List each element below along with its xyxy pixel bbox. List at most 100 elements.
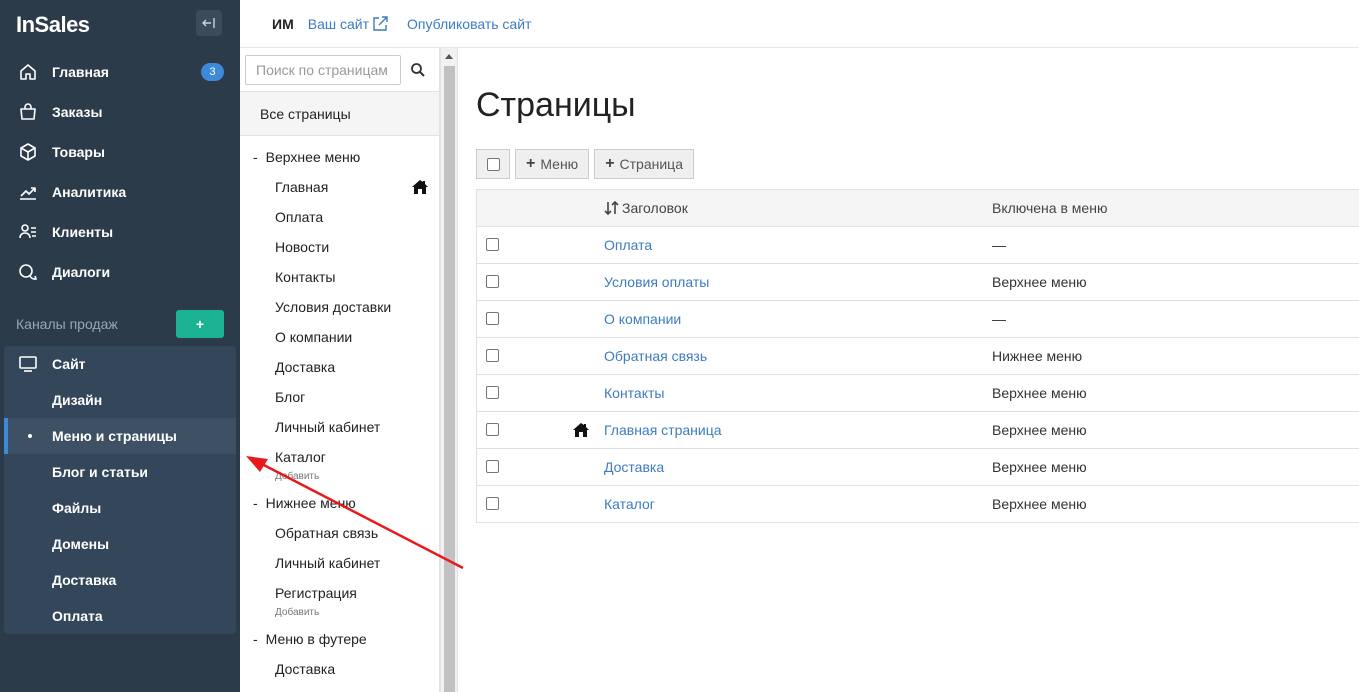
page-title-link[interactable]: Условия оплаты [604, 274, 709, 290]
row-checkbox[interactable] [486, 386, 499, 399]
nav-item-label: Главная [52, 64, 109, 80]
nav-item-label: Диалоги [52, 264, 111, 280]
select-all-checkbox[interactable] [486, 157, 500, 171]
tree-item[interactable]: Оплата [240, 202, 439, 232]
all-pages-item[interactable]: Все страницы [240, 92, 439, 136]
store-name: ИМ [272, 15, 294, 32]
home-icon [16, 60, 40, 84]
home-icon [573, 423, 589, 437]
tree-item[interactable]: Доставка [240, 352, 439, 382]
page-title-link[interactable]: Каталог [604, 496, 655, 512]
site-subitem-blog[interactable]: Блог и статьи [4, 454, 236, 490]
row-checkbox[interactable] [486, 497, 499, 510]
tree-item[interactable]: О компании [240, 322, 439, 352]
page-title-link[interactable]: Контакты [604, 385, 664, 401]
tree-group-top-menu[interactable]: - Верхнее меню [240, 142, 439, 172]
add-to-top-menu-link[interactable]: Добавить [240, 472, 439, 488]
nav-item-dialogs[interactable]: Диалоги [0, 252, 240, 292]
chart-icon [16, 180, 40, 204]
tree-scrollbar[interactable] [440, 48, 458, 692]
box-icon [16, 140, 40, 164]
pages-toolbar: + Меню + Страница [476, 149, 699, 179]
site-subitem-payment[interactable]: Оплата [4, 598, 236, 634]
tree-group-bottom-menu[interactable]: - Нижнее меню [240, 488, 439, 518]
tree-item[interactable]: Новости [240, 232, 439, 262]
included-in-menu: Верхнее меню [992, 459, 1087, 475]
row-checkbox[interactable] [486, 275, 499, 288]
tree-item[interactable]: Контакты [240, 262, 439, 292]
nav-item-label: Товары [52, 144, 105, 160]
row-checkbox[interactable] [486, 312, 499, 325]
row-checkbox[interactable] [486, 460, 499, 473]
included-in-menu: Верхнее меню [992, 496, 1087, 512]
column-title-label: Заголовок [622, 200, 688, 216]
nav-item-products[interactable]: Товары [0, 132, 240, 172]
included-in-menu: Верхнее меню [992, 274, 1087, 290]
nav-item-analytics[interactable]: Аналитика [0, 172, 240, 212]
clients-icon [16, 220, 40, 244]
nav-item-label: Заказы [52, 104, 103, 120]
nav-item-label: Аналитика [52, 184, 127, 200]
nav-item-site[interactable]: Сайт [4, 346, 236, 382]
page-title-link[interactable]: О компании [604, 311, 681, 327]
sort-icon [604, 200, 619, 216]
site-subitem-files[interactable]: Файлы [4, 490, 236, 526]
site-subitem-domains[interactable]: Домены [4, 526, 236, 562]
tree-item[interactable]: Каталог [240, 442, 439, 472]
add-channel-button[interactable]: + [176, 310, 224, 338]
table-row: Доставка Верхнее меню [477, 449, 1359, 486]
site-subitem-delivery[interactable]: Доставка [4, 562, 236, 598]
page-title-link[interactable]: Доставка [604, 459, 664, 475]
site-subitem-menu-pages[interactable]: Меню и страницы [4, 418, 236, 454]
nav-item-orders[interactable]: Заказы [0, 92, 240, 132]
included-in-menu: Нижнее меню [992, 348, 1083, 364]
table-row: О компании — [477, 301, 1359, 338]
external-link-icon [373, 15, 388, 31]
row-checkbox[interactable] [486, 423, 499, 436]
add-page-button[interactable]: + Страница [594, 149, 694, 179]
publish-site-link[interactable]: Опубликовать сайт [407, 16, 531, 32]
add-menu-label: Меню [540, 156, 579, 172]
row-checkbox[interactable] [486, 349, 499, 362]
nav-item-clients[interactable]: Клиенты [0, 212, 240, 252]
add-to-bottom-menu-link[interactable]: Добавить [240, 608, 439, 624]
tree-item[interactable]: Блог [240, 382, 439, 412]
tree-item[interactable]: Обратная связь [240, 518, 439, 548]
scroll-thumb[interactable] [444, 66, 455, 692]
tree-item[interactable]: Личный кабинет [240, 548, 439, 578]
tree-item[interactable]: Доставка [240, 654, 439, 684]
your-site-link[interactable]: Ваш сайт [308, 15, 389, 33]
tree-item[interactable]: Регистрация [240, 578, 439, 608]
scroll-up-arrow-icon[interactable] [445, 54, 453, 59]
tree-group-footer-menu[interactable]: - Меню в футере [240, 624, 439, 654]
page-title-link[interactable]: Главная страница [604, 422, 722, 438]
table-body: Оплата — Условия оплаты Верхнее меню О компа… [477, 227, 1359, 523]
tree-item[interactable]: Главная [240, 172, 439, 202]
collapse-sidebar-button[interactable] [196, 10, 222, 36]
page-title-link[interactable]: Обратная связь [604, 348, 707, 364]
tree-item[interactable]: Условия доставки [240, 292, 439, 322]
column-menu-header: Включена в меню [992, 200, 1108, 216]
tree-item[interactable]: Личный кабинет [240, 412, 439, 442]
page-title-link[interactable]: Оплата [604, 237, 652, 253]
table-row: Контакты Верхнее меню [477, 375, 1359, 412]
sales-channels-label: Каналы продаж [16, 316, 118, 332]
main-content: Страницы + Меню + Страница Заголовок Включ… [458, 48, 1359, 692]
search-button[interactable] [401, 55, 435, 85]
table-row: Условия оплаты Верхнее меню [477, 264, 1359, 301]
insales-logo[interactable]: InSales [16, 12, 90, 38]
select-all-button[interactable] [476, 149, 510, 179]
sales-channels-header: Каналы продаж + [16, 310, 224, 338]
site-subitem-design[interactable]: Дизайн [4, 382, 236, 418]
nav-item-home[interactable]: Главная 3 [0, 52, 240, 92]
notification-badge: 3 [201, 63, 224, 81]
add-menu-button[interactable]: + Меню [515, 149, 590, 179]
sort-by-title-header[interactable]: Заголовок [604, 200, 688, 216]
included-in-menu: — [992, 237, 1006, 253]
table-row: Каталог Верхнее меню [477, 486, 1359, 523]
page-search-input[interactable] [245, 54, 401, 85]
plus-icon: + [526, 155, 536, 172]
row-checkbox[interactable] [486, 238, 499, 251]
add-page-label: Страница [619, 156, 683, 172]
collapse-icon [202, 18, 215, 28]
